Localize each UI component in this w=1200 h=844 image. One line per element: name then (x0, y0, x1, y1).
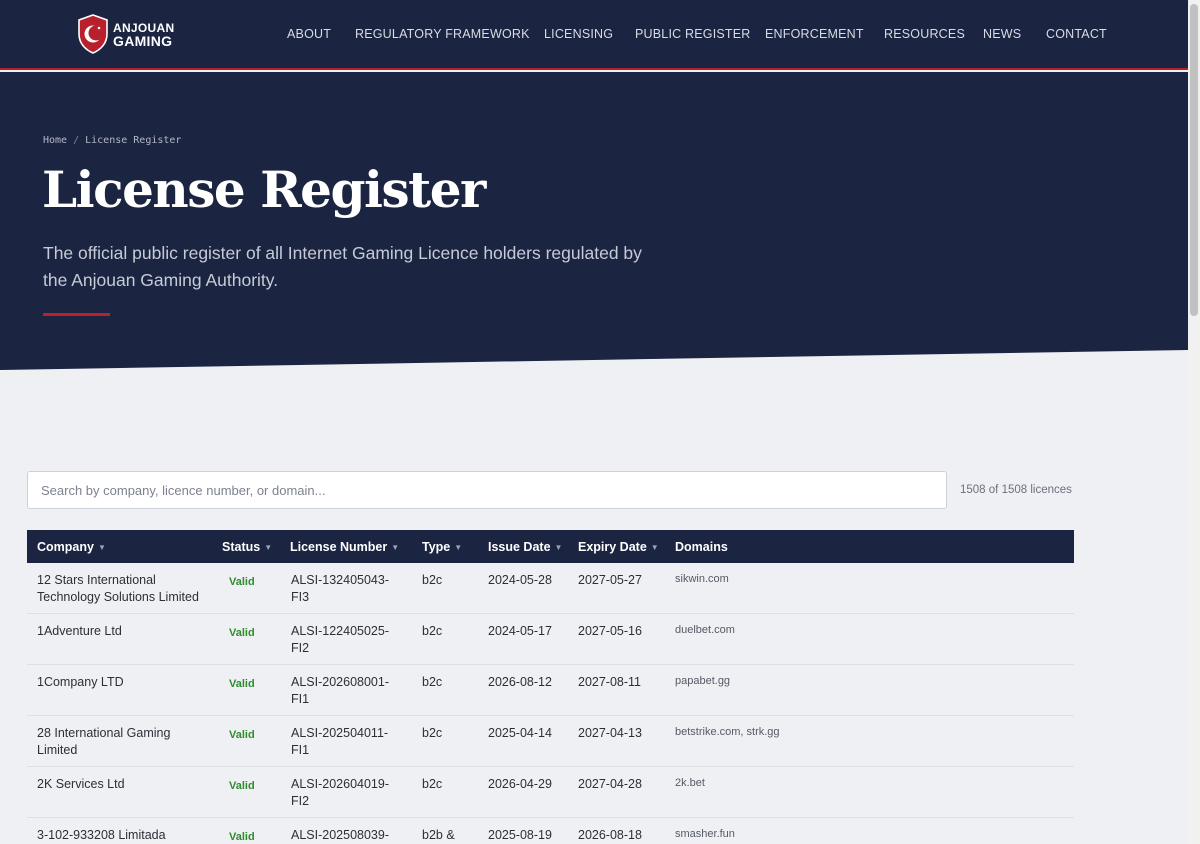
nav-enforcement[interactable]: ENFORCEMENT (765, 27, 864, 41)
page-subtitle: The official public register of all Inte… (43, 243, 642, 290)
column-header-label: Type (422, 540, 451, 554)
company-cell: 12 Stars International Technology Soluti… (37, 573, 199, 604)
status-badge: Valid (229, 780, 255, 792)
breadcrumb: Home / License Register (43, 135, 181, 146)
column-header-label: Status (222, 540, 261, 554)
license-number-cell: ALSI-202504011-FI1 (291, 726, 389, 757)
table-row[interactable]: 12 Stars International Technology Soluti… (27, 563, 1074, 614)
license-number-cell: ALSI-132405043-FI3 (291, 573, 389, 604)
license-number-cell: ALSI-122405025-FI2 (291, 624, 389, 655)
type-cell: b2b & (422, 828, 455, 842)
type-cell: b2c (422, 675, 443, 689)
column-header-issue-date[interactable]: Issue Date ▼ (488, 540, 562, 554)
breadcrumb-current: License Register (85, 135, 182, 146)
domains-cell: sikwin.com (675, 573, 729, 585)
column-header-company[interactable]: Company ▼ (37, 540, 106, 554)
nav-news[interactable]: NEWS (983, 27, 1021, 41)
table-row[interactable]: 1Company LTD Valid ALSI-202608001-FI1 b2… (27, 665, 1074, 716)
domains-cell: papabet.gg (675, 675, 731, 687)
column-header-expiry-date[interactable]: Expiry Date ▼ (578, 540, 659, 554)
sort-caret-icon: ▼ (554, 543, 563, 552)
nav-licensing[interactable]: LICENSING (544, 27, 613, 41)
table-row[interactable]: 2K Services Ltd Valid ALSI-202604019-FI2… (27, 767, 1074, 818)
result-count: 1508 of 1508 licences (960, 484, 1072, 496)
license-table: Company ▼ Status ▼ License Number ▼ Type ▼ I… (27, 530, 1074, 844)
table-row[interactable]: 28 International Gaming Limited Valid AL… (27, 716, 1074, 767)
nav-regulatory-framework[interactable]: REGULATORY FRAMEWORK (355, 27, 530, 41)
sort-caret-icon: ▼ (391, 543, 400, 552)
expiry-date-cell: 2026-08-18 (578, 828, 642, 842)
company-cell: 3-102-933208 Limitada (37, 828, 166, 842)
expiry-date-cell: 2027-04-28 (578, 777, 642, 791)
column-header-status[interactable]: Status ▼ (222, 540, 272, 554)
table-row[interactable]: 3-102-933208 Limitada Valid ALSI-2025080… (27, 818, 1074, 844)
status-badge: Valid (229, 627, 255, 639)
title-accent-divider (43, 313, 110, 316)
sort-caret-icon: ▼ (264, 543, 273, 552)
company-cell: 1Company LTD (37, 675, 124, 689)
column-header-label: License Number (290, 540, 388, 554)
company-cell: 1Adventure Ltd (37, 624, 122, 638)
page-title: License Register (42, 160, 486, 219)
issue-date-cell: 2025-08-19 (488, 828, 552, 842)
type-cell: b2c (422, 777, 443, 791)
type-cell: b2c (422, 624, 443, 638)
domains-cell: duelbet.com (675, 624, 735, 636)
nav-public-register[interactable]: PUBLIC REGISTER (635, 27, 751, 41)
expiry-date-cell: 2027-04-13 (578, 726, 642, 740)
sort-caret-icon: ▼ (454, 543, 463, 552)
column-header-label: Domains (675, 540, 728, 554)
issue-date-cell: 2025-04-14 (488, 726, 552, 740)
domains-cell: 2k.bet (675, 777, 705, 789)
breadcrumb-home[interactable]: Home (43, 135, 67, 146)
column-header-license-number[interactable]: License Number ▼ (290, 540, 399, 554)
domains-cell: smasher.fun (675, 828, 735, 840)
site-header: ANJOUAN GAMING ABOUT REGULATORY FRAMEWOR… (0, 0, 1188, 70)
expiry-date-cell: 2027-08-11 (578, 675, 642, 689)
company-cell: 28 International Gaming Limited (37, 726, 171, 757)
column-header-domains: Domains (675, 540, 728, 554)
column-header-type[interactable]: Type ▼ (422, 540, 462, 554)
breadcrumb-separator: / (73, 135, 80, 146)
sort-caret-icon: ▼ (97, 543, 106, 552)
page-scrollbar[interactable] (1188, 0, 1200, 844)
scrollbar-thumb[interactable] (1190, 4, 1198, 316)
status-badge: Valid (229, 831, 255, 843)
license-number-cell: ALSI-202604019-FI2 (291, 777, 389, 808)
table-header: Company ▼ Status ▼ License Number ▼ Type ▼ I… (27, 530, 1074, 563)
issue-date-cell: 2026-08-12 (488, 675, 552, 689)
expiry-date-cell: 2027-05-16 (578, 624, 642, 638)
status-badge: Valid (229, 576, 255, 588)
main-nav: ABOUT REGULATORY FRAMEWORK LICENSING PUB… (0, 27, 1188, 43)
expiry-date-cell: 2027-05-27 (578, 573, 642, 587)
column-header-label: Issue Date (488, 540, 551, 554)
issue-date-cell: 2024-05-28 (488, 573, 552, 587)
nav-about[interactable]: ABOUT (287, 27, 331, 41)
column-header-label: Company (37, 540, 94, 554)
table-row[interactable]: 1Adventure Ltd Valid ALSI-122405025-FI2 … (27, 614, 1074, 665)
type-cell: b2c (422, 726, 443, 740)
status-badge: Valid (229, 678, 255, 690)
sort-caret-icon: ▼ (650, 543, 659, 552)
search-input[interactable] (27, 471, 947, 509)
nav-resources[interactable]: RESOURCES (884, 27, 965, 41)
issue-date-cell: 2024-05-17 (488, 624, 552, 638)
hero-banner (0, 72, 1188, 370)
column-header-label: Expiry Date (578, 540, 647, 554)
license-number-cell: ALSI-202608001-FI1 (291, 675, 389, 706)
license-number-cell: ALSI-202508039- (291, 828, 389, 842)
issue-date-cell: 2026-04-29 (488, 777, 552, 791)
nav-contact[interactable]: CONTACT (1046, 27, 1107, 41)
domains-cell: betstrike.com, strk.gg (675, 726, 780, 738)
status-badge: Valid (229, 729, 255, 741)
type-cell: b2c (422, 573, 443, 587)
company-cell: 2K Services Ltd (37, 777, 125, 791)
